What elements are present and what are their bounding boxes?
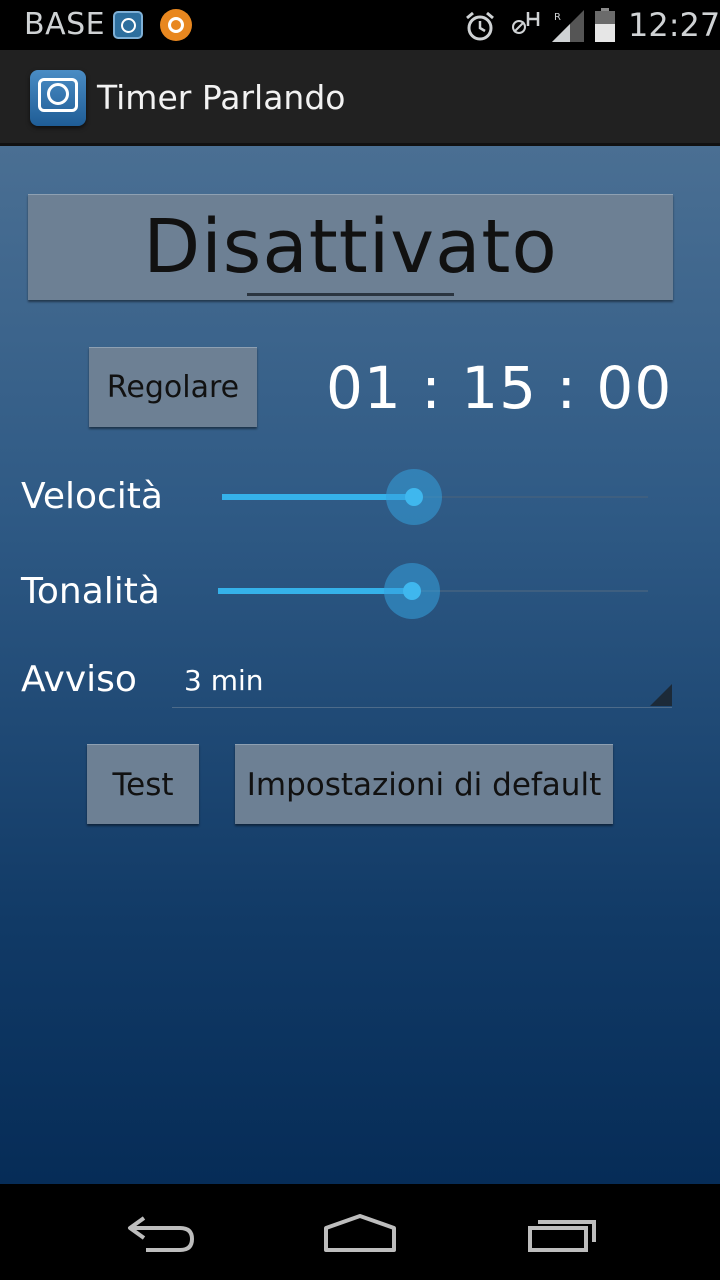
- action-bar: Timer Parlando: [0, 50, 720, 146]
- status-toggle-button[interactable]: Disattivato: [28, 194, 673, 300]
- svg-text:R: R: [554, 12, 561, 23]
- restore-defaults-button[interactable]: Impostazioni di default: [235, 744, 613, 824]
- slider-thumb[interactable]: [404, 488, 423, 506]
- adjust-button[interactable]: Regolare: [89, 347, 257, 427]
- alarm-icon: [466, 11, 494, 41]
- signal-icon: R: [552, 10, 584, 42]
- main-content: Disattivato Regolare 01 : 15 : 00 Veloci…: [0, 146, 720, 1184]
- timer-app-icon: [113, 11, 143, 39]
- recents-icon[interactable]: [522, 1208, 602, 1256]
- dropdown-arrow-icon: [650, 684, 672, 706]
- pitch-label: Tonalità: [21, 571, 160, 612]
- app-title: Timer Parlando: [97, 78, 346, 117]
- test-button[interactable]: Test: [87, 744, 199, 824]
- status-underline: [247, 293, 454, 296]
- back-icon[interactable]: [122, 1208, 202, 1256]
- status-button-label: Disattivato: [143, 204, 558, 290]
- battery-icon: [595, 8, 615, 42]
- slider-thumb[interactable]: [402, 582, 421, 600]
- no-h-icon: [512, 12, 540, 34]
- warning-dropdown[interactable]: 3 min: [172, 656, 672, 708]
- speed-slider[interactable]: [222, 467, 648, 527]
- speed-label: Velocità: [21, 476, 163, 517]
- slider-fill: [218, 588, 412, 594]
- status-bar: BASE R 12:27: [0, 0, 720, 50]
- carrier-name: BASE: [24, 7, 106, 42]
- pitch-slider[interactable]: [218, 561, 648, 621]
- orange-app-icon: [160, 9, 192, 41]
- status-clock: 12:27: [628, 6, 720, 44]
- warning-selected-value: 3 min: [184, 664, 264, 697]
- timer-display: 01 : 15 : 00: [326, 354, 673, 422]
- slider-fill: [222, 494, 414, 500]
- navigation-bar: [0, 1184, 720, 1280]
- timer-bubble-icon: [30, 70, 86, 126]
- home-icon[interactable]: [320, 1208, 400, 1256]
- warning-label: Avviso: [21, 659, 137, 700]
